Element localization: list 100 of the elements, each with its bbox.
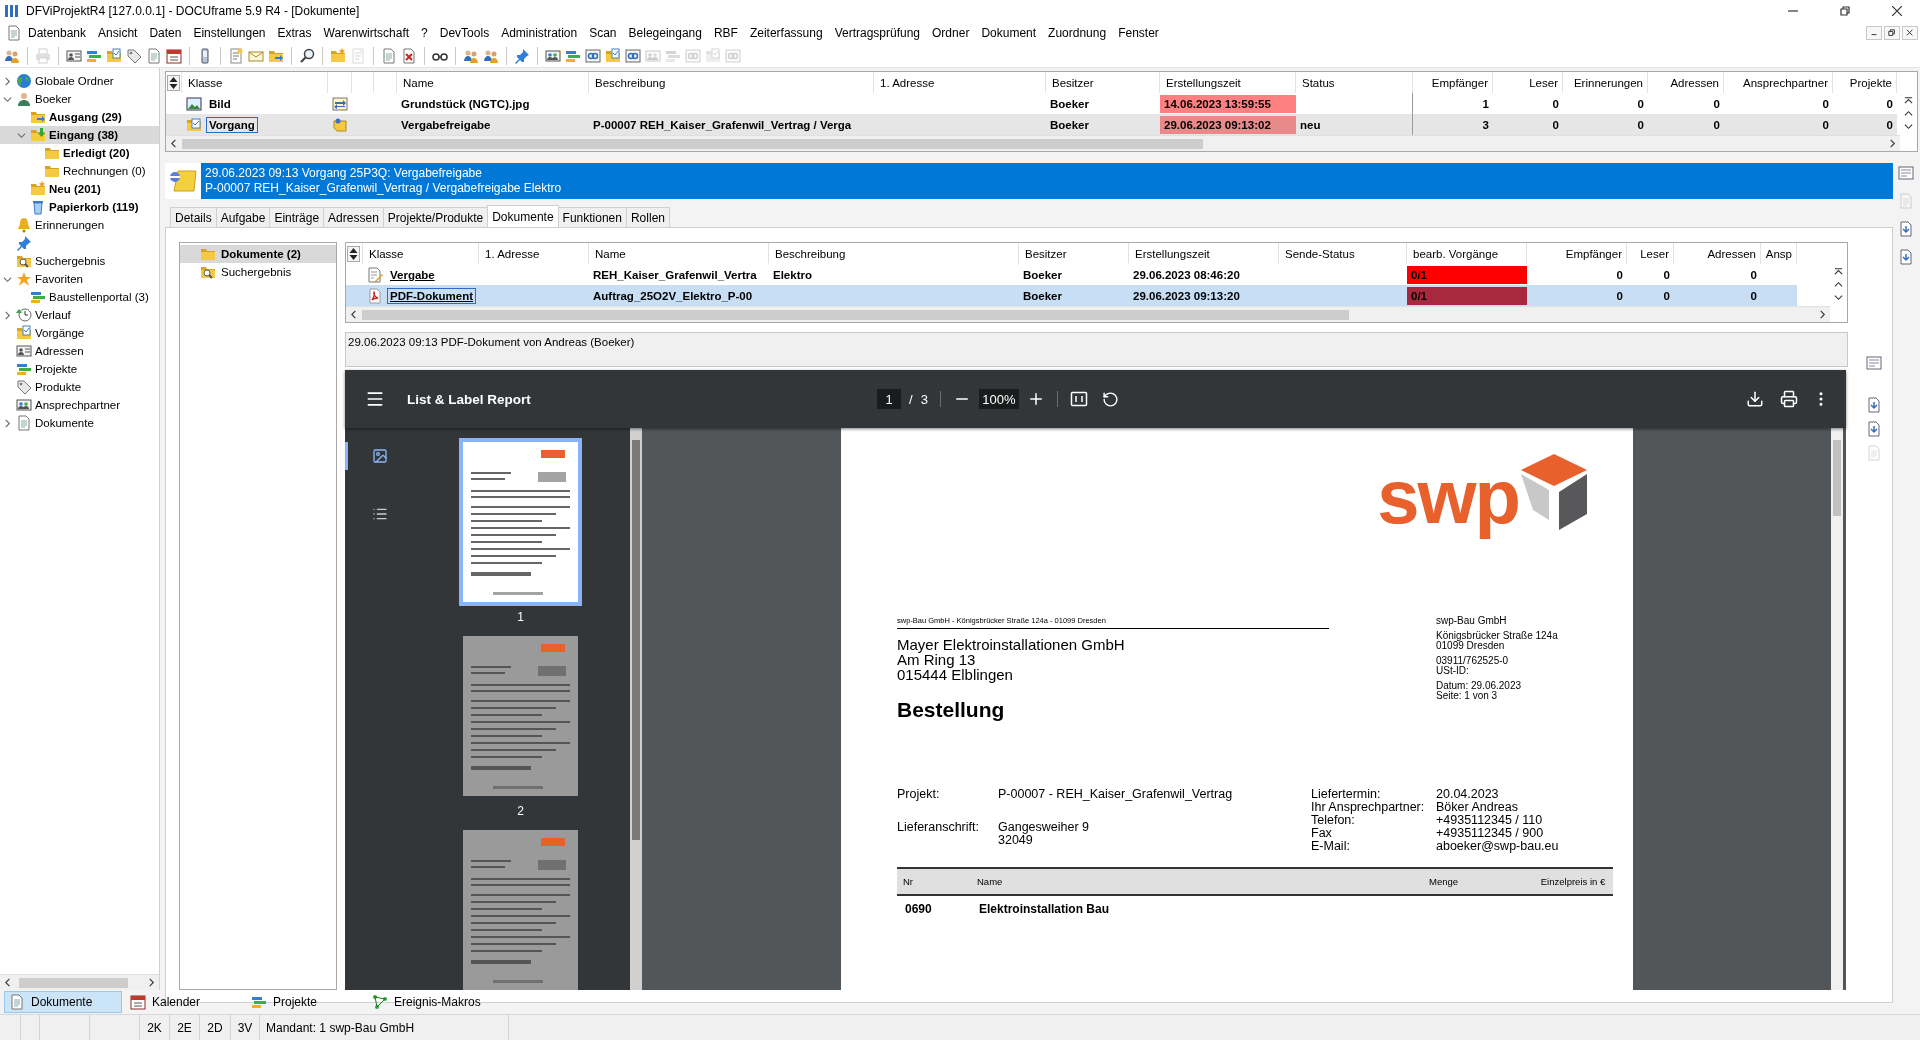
menu-item[interactable]: Warenwirtschaft xyxy=(317,26,416,40)
scroll-left-icon[interactable] xyxy=(3,978,13,987)
tree-item[interactable]: Papierkorb (119) xyxy=(0,198,159,216)
menu-item[interactable]: Ansicht xyxy=(92,26,144,40)
menu-item[interactable]: Scan xyxy=(583,26,623,40)
scroll-up-icon[interactable] xyxy=(1904,109,1913,118)
horizontal-scrollbar[interactable] xyxy=(166,135,1900,151)
close-button[interactable] xyxy=(1902,26,1918,40)
tab[interactable]: Projekte xyxy=(246,991,364,1013)
menu-item[interactable]: Belegeingang xyxy=(622,26,708,40)
tree-item[interactable]: Globale Ordner xyxy=(0,72,159,90)
tab[interactable]: Kalender xyxy=(125,991,243,1013)
checklist-folder-icon[interactable] xyxy=(605,47,621,64)
menu-item[interactable]: ? xyxy=(415,26,434,40)
table-row[interactable]: Vorgang Vergabefreigabe P-00007 REH_Kaiser_Grafenwil_Vertrag / Verga Boeker 29.06.2023 09:13:02 neu 3 0 0 0 0 0 xyxy=(166,114,1897,135)
menu-item[interactable]: Zeiterfassung xyxy=(743,26,829,40)
tree-item[interactable]: Erinnerungen xyxy=(0,216,159,234)
tree-item[interactable]: Adressen xyxy=(0,342,159,360)
page-thumbnail[interactable] xyxy=(463,830,578,990)
document-link[interactable]: Vergabe xyxy=(387,266,438,283)
chevron-down-icon[interactable] xyxy=(3,274,12,284)
vertical-scrollbar[interactable] xyxy=(1831,428,1843,990)
sort-icon[interactable] xyxy=(347,245,360,262)
menu-item[interactable]: Fenster xyxy=(1112,26,1165,40)
tree-item[interactable]: Erledigt (20) xyxy=(0,144,159,162)
document-link[interactable]: PDF-Dokument xyxy=(387,287,477,304)
tag-icon[interactable] xyxy=(126,47,142,64)
menu-item[interactable]: RBF xyxy=(707,26,744,40)
tree-item[interactable]: Rechnungen (0) xyxy=(0,162,159,180)
menu-item[interactable]: Einstellungen xyxy=(187,26,272,40)
scroll-left-icon[interactable] xyxy=(349,310,359,319)
tree-item[interactable]: Favoriten xyxy=(0,270,159,288)
document-icon[interactable] xyxy=(6,25,22,41)
rotate-icon[interactable] xyxy=(1101,390,1119,408)
zoom-field[interactable]: 100% xyxy=(978,389,1019,409)
menu-item[interactable]: Ordner xyxy=(926,26,976,40)
download-icon[interactable] xyxy=(1746,390,1764,408)
menu-item[interactable]: Datenbank xyxy=(22,26,93,40)
table-row[interactable]: PDF-Dokument Auftrag_25O2V_Elektro_P-00 Boeker 29.06.2023 09:13:20 0/1 0 0 0 xyxy=(346,285,1797,306)
tree-item[interactable]: Produkte xyxy=(0,378,159,396)
contact-card-icon[interactable] xyxy=(545,47,561,64)
document-download-icon[interactable] xyxy=(1866,397,1882,413)
pin-icon[interactable] xyxy=(514,47,530,64)
scroll-left-icon[interactable] xyxy=(169,139,179,148)
search-icon[interactable] xyxy=(299,47,315,64)
document-download-icon[interactable] xyxy=(1897,249,1914,265)
horizontal-scrollbar[interactable] xyxy=(346,306,1830,322)
document-download-icon[interactable] xyxy=(1897,221,1914,237)
page-thumbnail[interactable] xyxy=(463,636,578,796)
print-icon[interactable] xyxy=(1780,390,1798,408)
tree-item[interactable]: Eingang (38) xyxy=(0,126,159,144)
menu-item[interactable]: Extras xyxy=(271,26,318,40)
tab[interactable]: Projekte/Produkte xyxy=(382,207,489,227)
tree-item[interactable]: Ausgang (29) xyxy=(0,108,159,126)
link-icon[interactable] xyxy=(625,47,641,64)
link-icon[interactable] xyxy=(585,47,601,64)
folder-star-icon[interactable] xyxy=(330,47,346,64)
tree-item[interactable]: Suchergebnis xyxy=(180,263,336,281)
calendar-icon[interactable] xyxy=(166,47,182,64)
scroll-right-icon[interactable] xyxy=(1887,139,1897,148)
tree-item[interactable]: Suchergebnis xyxy=(0,252,159,270)
fit-page-icon[interactable] xyxy=(1069,390,1088,408)
tree-item[interactable]: Neu (201) xyxy=(0,180,159,198)
tree-item[interactable]: Projekte xyxy=(0,360,159,378)
menu-item[interactable]: Dokument xyxy=(975,26,1043,40)
address-card-icon[interactable] xyxy=(66,47,82,64)
document-download-icon[interactable] xyxy=(1866,421,1882,437)
tree-item[interactable]: Boeker xyxy=(0,90,159,108)
chevron-right-icon[interactable] xyxy=(3,310,12,320)
scroll-down-icon[interactable] xyxy=(1834,293,1843,302)
tree-item[interactable]: Ansprechpartner xyxy=(0,396,159,414)
menu-icon[interactable] xyxy=(365,389,385,409)
tab[interactable]: Details xyxy=(170,207,217,227)
menu-item[interactable]: Daten xyxy=(143,26,188,40)
sort-icon[interactable] xyxy=(167,74,180,91)
chevron-down-icon[interactable] xyxy=(17,130,26,140)
tree-item[interactable]: Dokumente xyxy=(0,414,159,432)
tab[interactable]: Rollen xyxy=(625,207,670,227)
tree-item[interactable]: Dokumente (2) xyxy=(180,245,336,263)
scroll-top-icon[interactable] xyxy=(1904,96,1913,105)
tab[interactable]: Aufgabe xyxy=(215,207,271,227)
menu-item[interactable]: Administration xyxy=(495,26,584,40)
chevron-down-icon[interactable] xyxy=(3,94,12,104)
scrollbar-thumb[interactable] xyxy=(362,309,1350,320)
tab[interactable]: Dokumente xyxy=(487,205,559,227)
chevron-right-icon[interactable] xyxy=(3,76,12,86)
menu-item[interactable]: Zuordnung xyxy=(1042,26,1113,40)
menu-item[interactable]: Vertragsprüfung xyxy=(828,26,927,40)
scroll-top-icon[interactable] xyxy=(1834,267,1843,276)
document-delete-icon[interactable] xyxy=(401,47,417,64)
tree-item[interactable]: Verlauf xyxy=(0,306,159,324)
chevron-right-icon[interactable] xyxy=(3,418,12,428)
tree-item[interactable]: Vorgänge xyxy=(0,324,159,342)
horizontal-scrollbar[interactable] xyxy=(0,974,159,990)
scroll-down-icon[interactable] xyxy=(1904,122,1913,131)
vertical-scrollbar[interactable] xyxy=(630,428,642,990)
page-number-field[interactable]: 1 xyxy=(877,389,901,409)
menu-item[interactable]: DevTools xyxy=(433,26,496,40)
tab[interactable]: Ereignis-Makros xyxy=(367,991,485,1013)
scroll-right-icon[interactable] xyxy=(1817,310,1827,319)
